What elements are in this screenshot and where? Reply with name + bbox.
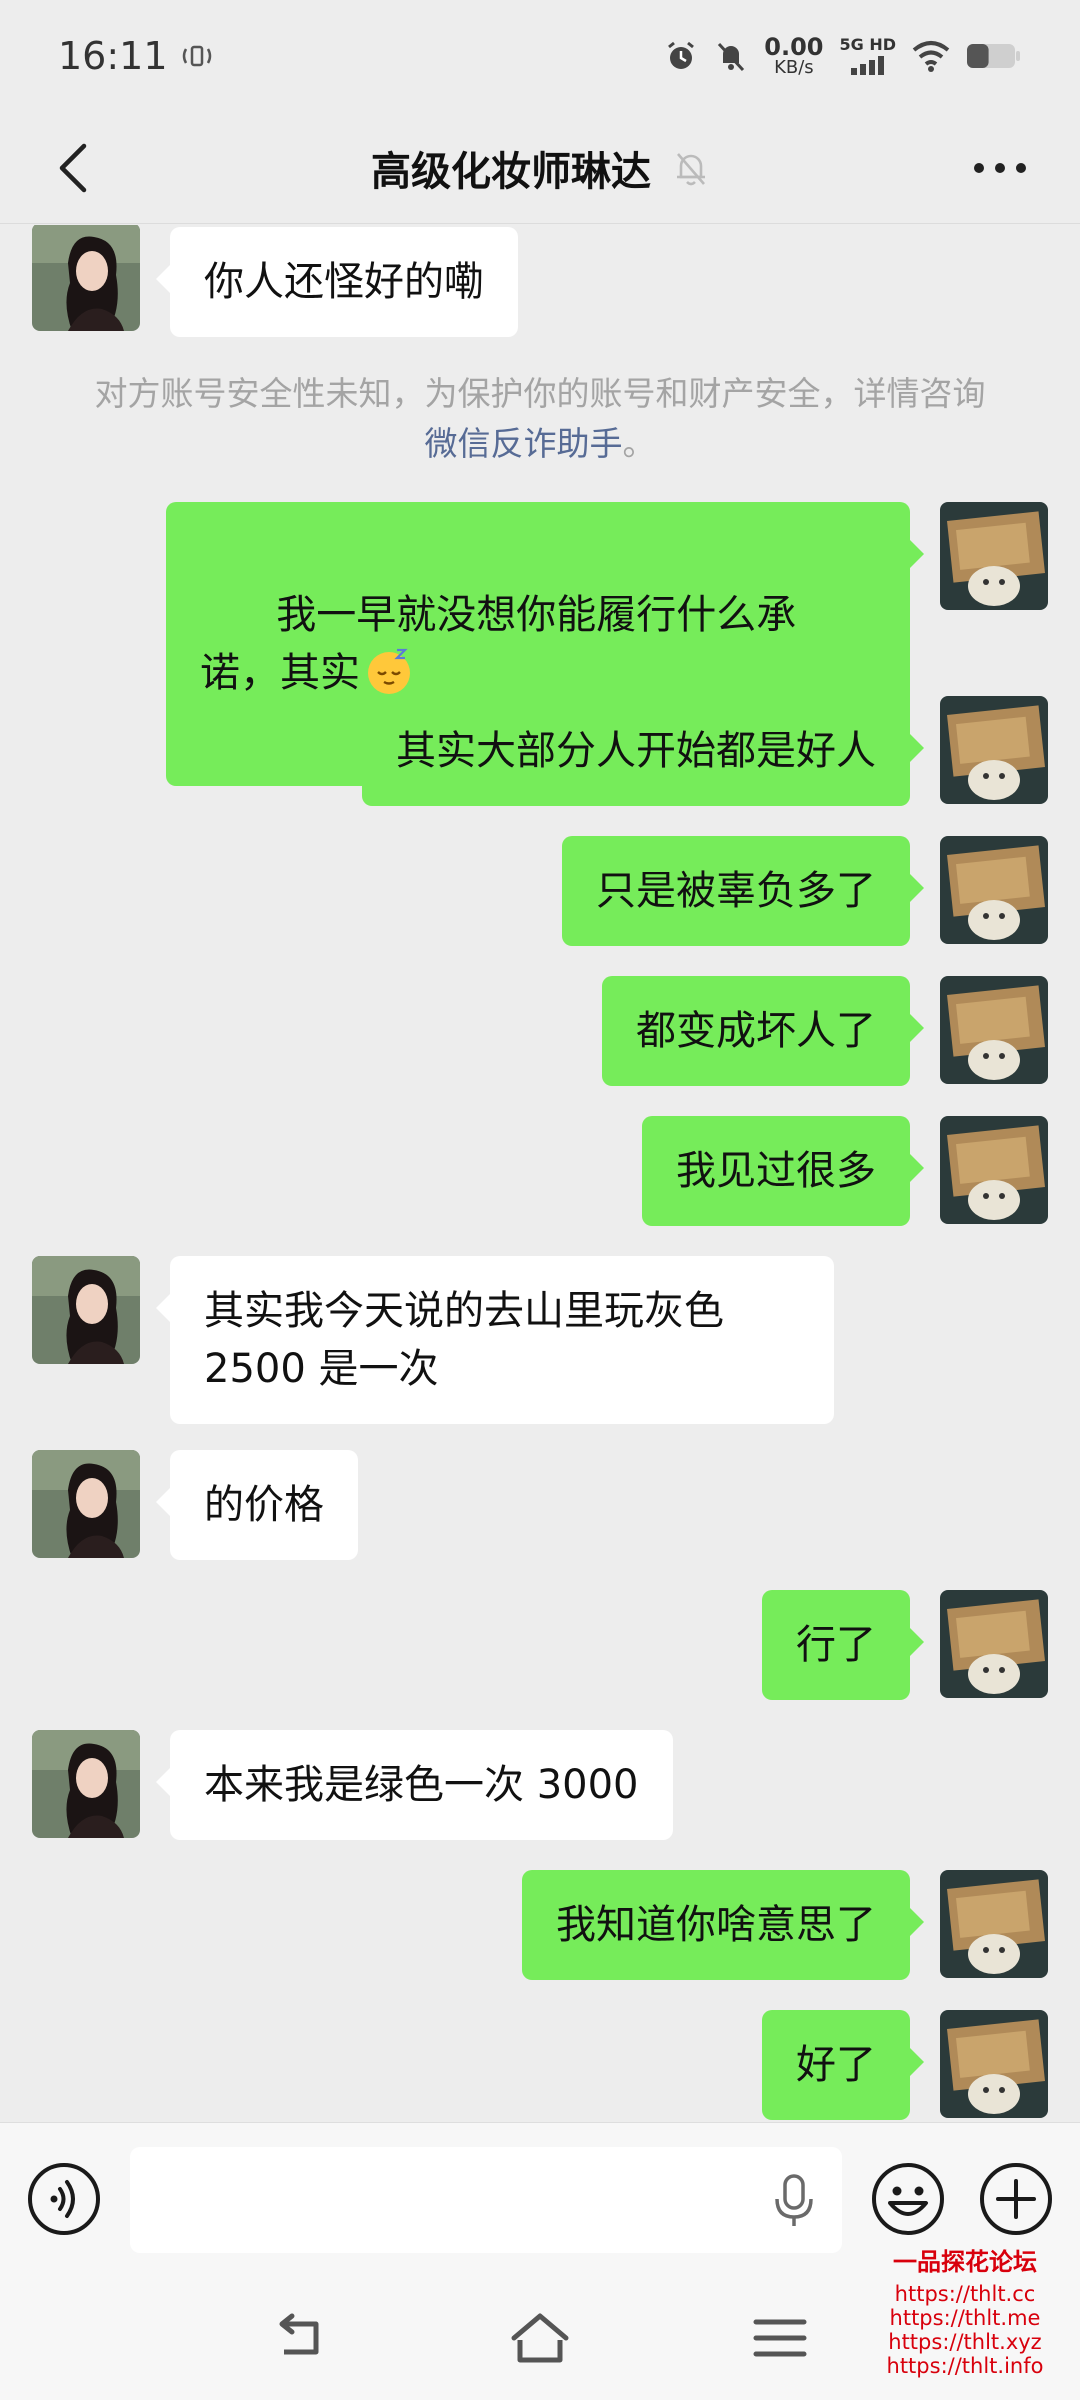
watermark-title: 一品探花论坛 [893, 2247, 1037, 2276]
chat-bubble-me[interactable]: 我知道你啥意思了 [522, 1870, 924, 1980]
title-bar: 高级化妆师琳达 [0, 112, 1080, 224]
net-speed: 0.00 KB/s [764, 35, 823, 77]
more-options-button[interactable] [960, 134, 1040, 202]
battery-icon [967, 44, 1020, 68]
chat-bubble-them[interactable]: 你人还怪好的嘞 [156, 227, 518, 337]
watermark-line: https://thlt.info [886, 2354, 1044, 2378]
voice-icon[interactable] [26, 2161, 102, 2237]
chat-bubble-me[interactable]: 我见过很多 [642, 1116, 924, 1226]
chat-bubble-me[interactable]: 好了 [762, 2010, 924, 2120]
net-speed-unit: KB/s [774, 57, 814, 78]
contact-avatar[interactable] [32, 1730, 140, 1838]
back-button[interactable] [40, 134, 108, 202]
mic-icon[interactable] [770, 2173, 818, 2229]
my-avatar[interactable] [940, 502, 1048, 610]
alarm-icon [668, 41, 695, 69]
status-bar: 16:11 0.00 KB/s 5G HD [0, 0, 1080, 112]
net-speed-value: 0.00 [764, 33, 824, 61]
security-notice-text: 对方账号安全性未知，为保护你的账号和财产安全，详情咨询 [94, 374, 986, 413]
signal-label: 5G HD [839, 35, 896, 54]
chat-bubble-them[interactable]: 其实我今天说的去山里玩灰色 2500 是一次 [156, 1256, 834, 1424]
contact-avatar[interactable] [32, 1256, 140, 1364]
chat-bubble-me[interactable]: 其实大部分人开始都是好人 [362, 696, 924, 806]
my-avatar[interactable] [940, 2010, 1048, 2118]
my-avatar[interactable] [940, 1590, 1048, 1698]
bell-off-status-icon [718, 42, 745, 72]
my-avatar[interactable] [940, 976, 1048, 1084]
my-avatar[interactable] [940, 1116, 1048, 1224]
chat-area[interactable]: 你人还怪好的嘞 对方账号安全性未知，为保护你的账号和财产安全，详情咨询微信反诈助… [0, 225, 1080, 2120]
nav-home-icon[interactable] [508, 2310, 572, 2366]
watermark: 一品探花论坛 https://thlt.cc https://thlt.me h… [860, 2247, 1070, 2379]
vibrate-signal-icon [182, 45, 211, 67]
nav-back-icon[interactable] [270, 2312, 330, 2364]
security-notice-suffix: 。 [622, 424, 656, 463]
bell-off-icon [677, 152, 705, 185]
wifi-icon [912, 41, 950, 72]
chevron-left-icon [59, 143, 87, 193]
cell-signal: 5G HD [839, 37, 896, 75]
chat-bubble-them[interactable]: 的价格 [156, 1450, 358, 1560]
my-avatar[interactable] [940, 836, 1048, 944]
status-time: 16:11 [58, 34, 168, 78]
contact-avatar[interactable] [32, 225, 140, 331]
plus-icon[interactable] [978, 2161, 1054, 2237]
more-dots-icon [974, 163, 1026, 173]
chat-bubble-me[interactable]: 行了 [762, 1590, 924, 1700]
my-avatar[interactable] [940, 1870, 1048, 1978]
chat-title[interactable]: 高级化妆师琳达 [371, 139, 651, 197]
contact-avatar[interactable] [32, 1450, 140, 1558]
anti-fraud-link[interactable]: 微信反诈助手 [425, 424, 623, 463]
security-notice: 对方账号安全性未知，为保护你的账号和财产安全，详情咨询微信反诈助手。 [80, 369, 1000, 469]
chat-bubble-text: 我一早就没想你能履行什么承诺，其实 [200, 592, 797, 696]
my-avatar[interactable] [940, 696, 1048, 804]
watermark-line: https://thlt.me [889, 2306, 1041, 2330]
emoji-icon[interactable] [870, 2161, 946, 2237]
watermark-line: https://thlt.xyz [888, 2330, 1042, 2354]
chat-bubble-them[interactable]: 本来我是绿色一次 3000 [156, 1730, 673, 1840]
status-icons: 0.00 KB/s 5G HD [664, 35, 1022, 77]
chat-bubble-me[interactable]: 只是被辜负多了 [562, 836, 924, 946]
sleepy-emoji-icon [368, 648, 410, 694]
watermark-line: https://thlt.cc [894, 2282, 1036, 2306]
cell-signal-icon [850, 56, 884, 75]
message-input[interactable] [130, 2147, 842, 2253]
chat-bubble-me[interactable]: 都变成坏人了 [602, 976, 924, 1086]
nav-menu-icon[interactable] [752, 2314, 808, 2362]
